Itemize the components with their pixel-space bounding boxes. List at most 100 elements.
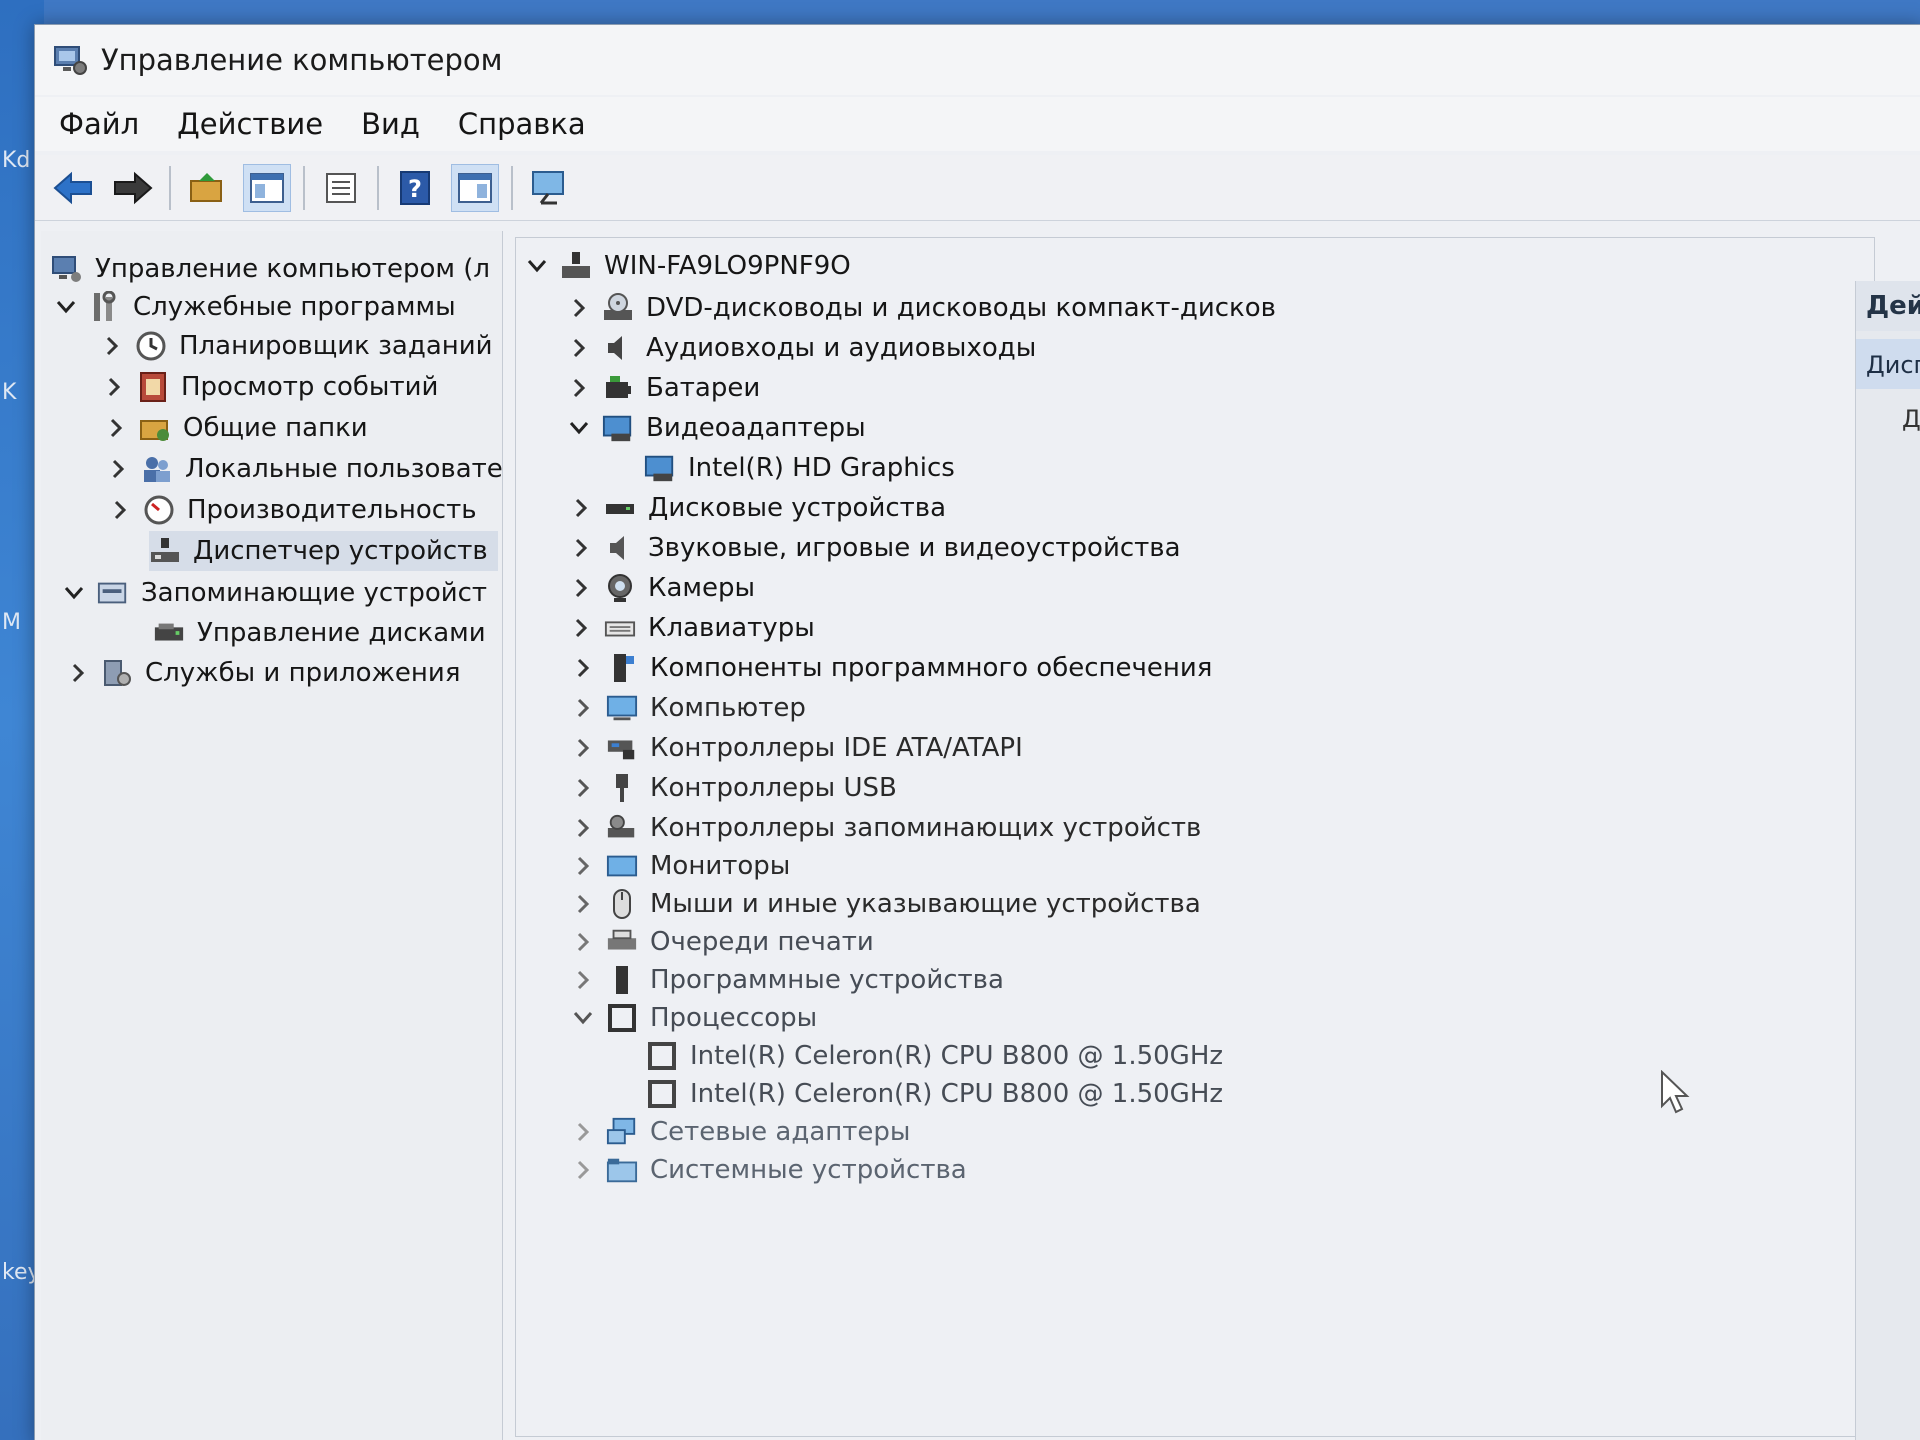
speaker-icon [610,536,624,560]
device-category-storage-controllers[interactable]: Контроллеры запоминающих устройств [570,808,1201,848]
device-category-audio-io[interactable]: Аудиовходы и аудиовыходы [566,328,1036,368]
device-category-processors[interactable]: Процессоры [570,998,817,1038]
menu-action[interactable]: Действие [177,107,323,141]
show-hide-tree-button[interactable] [243,163,291,212]
tree-item-system-tools[interactable]: Служебные программы [53,287,456,327]
device-category-label: Системные устройства [650,1155,967,1185]
device-category-batteries[interactable]: Батареи [566,368,760,408]
up-level-button[interactable] [183,164,231,212]
actions-subitem[interactable]: Д [1856,389,1920,433]
chevron-down-icon [569,422,589,435]
device-processor-2[interactable]: Intel(R) Celeron(R) CPU B800 @ 1.50GHz [646,1074,1223,1114]
chevron-right-icon [575,618,588,638]
up-folder-icon [190,172,222,202]
tree-item-shared-folders[interactable]: Общие папки [103,408,368,448]
chevron-right-icon [575,578,588,598]
device-category-label: Процессоры [650,1003,818,1033]
help-button[interactable]: ? [391,164,439,212]
device-category-usb[interactable]: Контроллеры USB [570,768,897,808]
actions-selected-item[interactable]: Дисп [1856,339,1920,389]
chevron-down-icon [527,260,547,273]
disk-drive-icon [606,504,634,514]
menu-help[interactable]: Справка [458,107,586,141]
disk-icon [154,623,184,641]
title-bar: Управление компьютером [35,25,1920,95]
svg-text:?: ? [408,175,422,203]
tools-icon [94,291,116,321]
tree-item-disk-management[interactable]: Управление дисками [153,613,486,653]
device-category-ide-ata[interactable]: Контроллеры IDE ATA/ATAPI [570,728,1023,768]
back-button[interactable] [49,164,97,212]
device-category-label: Клавиатуры [648,613,815,643]
device-category-software-devices[interactable]: Программные устройства [570,960,1004,1000]
usb-icon [616,774,628,802]
tree-root-computer-management[interactable]: Управление компьютером (л [51,249,490,289]
tree-item-local-users[interactable]: Локальные пользовате [105,449,502,489]
device-intel-hd-graphics[interactable]: Intel(R) HD Graphics [644,448,955,488]
device-category-monitors[interactable]: Мониторы [570,846,790,886]
toolbar-separator [511,165,513,210]
toolbar-separator [169,165,171,210]
tree-label: Просмотр событий [181,372,439,402]
chevron-right-icon [577,894,590,914]
menu-file[interactable]: Файл [59,107,139,141]
processor-icon [648,1042,676,1070]
device-category-dvd[interactable]: DVD-дисководы и дисководы компакт-дисков [566,288,1276,328]
device-category-label: Мониторы [650,851,791,881]
toolbar: ? [35,155,1920,221]
device-category-label: Дисковые устройства [648,493,947,523]
properties-button[interactable] [451,163,499,212]
back-arrow-icon [53,171,92,204]
forward-button[interactable] [109,164,157,212]
tree-item-performance[interactable]: Производительность [107,490,477,530]
storage-controller-icon [607,814,635,838]
device-tree-root[interactable]: WIN-FA9LO9PNF9O [524,246,851,286]
system-devices-icon [606,1158,638,1183]
device-category-video-adapters[interactable]: Видеоадаптеры [566,408,866,448]
chevron-right-icon [577,738,590,758]
tree-label: Общие папки [183,413,368,443]
tree-item-services-apps[interactable]: Службы и приложения [65,653,460,693]
forward-arrow-icon [114,171,153,204]
tree-item-device-manager[interactable]: Диспетчер устройств [149,531,498,571]
menu-view[interactable]: Вид [361,107,420,141]
device-category-disk-drives[interactable]: Дисковые устройства [568,488,946,528]
keyboard-icon [604,621,636,637]
storage-icon [97,582,127,604]
computer-management-icon [52,256,81,282]
device-category-keyboards[interactable]: Клавиатуры [568,608,815,648]
tree-item-event-viewer[interactable]: Просмотр событий [101,367,438,407]
device-category-software-components[interactable]: Компоненты программного обеспечения [570,648,1212,688]
device-label: Intel(R) Celeron(R) CPU B800 @ 1.50GHz [690,1041,1224,1071]
chevron-right-icon [577,698,590,718]
device-category-print-queues[interactable]: Очереди печати [570,922,874,962]
device-category-system-devices[interactable]: Системные устройства [570,1150,967,1190]
tree-item-task-scheduler[interactable]: Планировщик заданий [99,326,493,366]
device-category-network-adapters[interactable]: Сетевые адаптеры [570,1112,910,1152]
device-category-mice[interactable]: Мыши и иные указывающие устройства [570,884,1201,924]
scan-hardware-button[interactable] [525,164,573,212]
chevron-right-icon [577,856,590,876]
window-title: Управление компьютером [101,43,503,77]
device-category-sound-video-game[interactable]: Звуковые, игровые и видеоустройства [568,528,1181,568]
chevron-right-icon [573,338,586,358]
toolbar-separator [377,165,379,210]
device-label: Intel(R) Celeron(R) CPU B800 @ 1.50GHz [690,1079,1224,1109]
export-list-button[interactable] [317,164,365,212]
users-icon [144,457,170,482]
display-adapter-icon [602,415,632,442]
software-device-icon [616,966,628,994]
performance-gauge-icon [144,495,174,525]
device-category-computer[interactable]: Компьютер [570,688,806,728]
tree-label: Управление компьютером (л [95,254,491,284]
battery-icon [606,376,631,398]
tree-label: Планировщик заданий [179,331,493,361]
device-processor-1[interactable]: Intel(R) Celeron(R) CPU B800 @ 1.50GHz [646,1036,1223,1076]
device-category-cameras[interactable]: Камеры [568,568,755,608]
device-label: Intel(R) HD Graphics [688,453,955,483]
tree-item-storage[interactable]: Запоминающие устройст [61,573,487,613]
dvd-drive-icon [604,293,632,320]
chevron-down-icon [573,1012,593,1025]
chevron-right-icon [577,1160,590,1180]
device-category-label: Видеоадаптеры [646,413,866,443]
